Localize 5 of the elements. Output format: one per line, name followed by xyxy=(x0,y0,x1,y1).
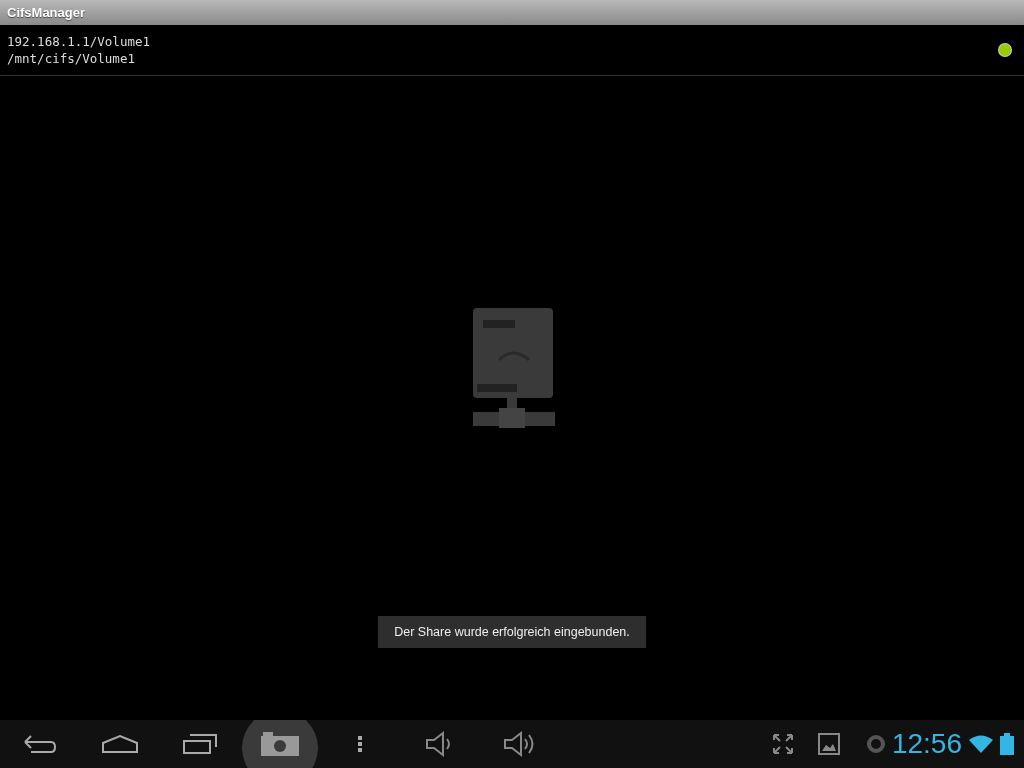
share-address: 192.168.1.1/Volume1 xyxy=(7,34,150,49)
clock-time: 12:56 xyxy=(891,728,962,760)
toast-message: Der Share wurde erfolgreich eingebunden. xyxy=(378,616,646,648)
window-title: CifsManager xyxy=(7,5,86,20)
mount-point: /mnt/cifs/Volume1 xyxy=(7,51,136,66)
